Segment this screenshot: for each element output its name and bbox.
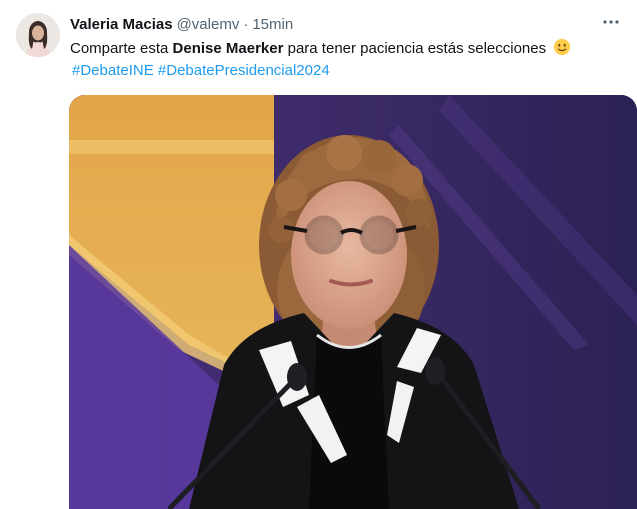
tweet-text-mention: Denise Maerker <box>172 40 284 57</box>
author-name[interactable]: Valeria Macias <box>70 16 173 33</box>
tweet-text-end: para tener paciencia estás selecciones <box>283 40 547 57</box>
hashtags: #DebateINE #DebatePresidencial2024 <box>72 62 330 79</box>
avatar-image <box>16 13 60 57</box>
tweet-text-start: Comparte esta <box>70 40 173 57</box>
tweet-text: Comparte esta Denise Maerker para tener … <box>70 38 632 82</box>
more-icon[interactable] <box>599 12 623 32</box>
more-horizontal-icon <box>603 20 619 24</box>
hashtag-debatepresidencial2024[interactable]: #DebatePresidencial2024 <box>158 62 330 79</box>
author-handle[interactable]: @valemv <box>177 16 240 33</box>
avatar[interactable] <box>16 13 60 57</box>
separator-dot: · <box>243 15 249 33</box>
timestamp[interactable]: 15min <box>252 16 293 33</box>
tweet-header: Valeria Macias @valemv · 15min <box>70 14 293 34</box>
smiling-face-icon <box>554 38 571 56</box>
hashtag-debateine[interactable]: #DebateINE <box>72 62 154 79</box>
tweet-media-image[interactable] <box>69 95 637 509</box>
media-photo <box>69 95 637 509</box>
